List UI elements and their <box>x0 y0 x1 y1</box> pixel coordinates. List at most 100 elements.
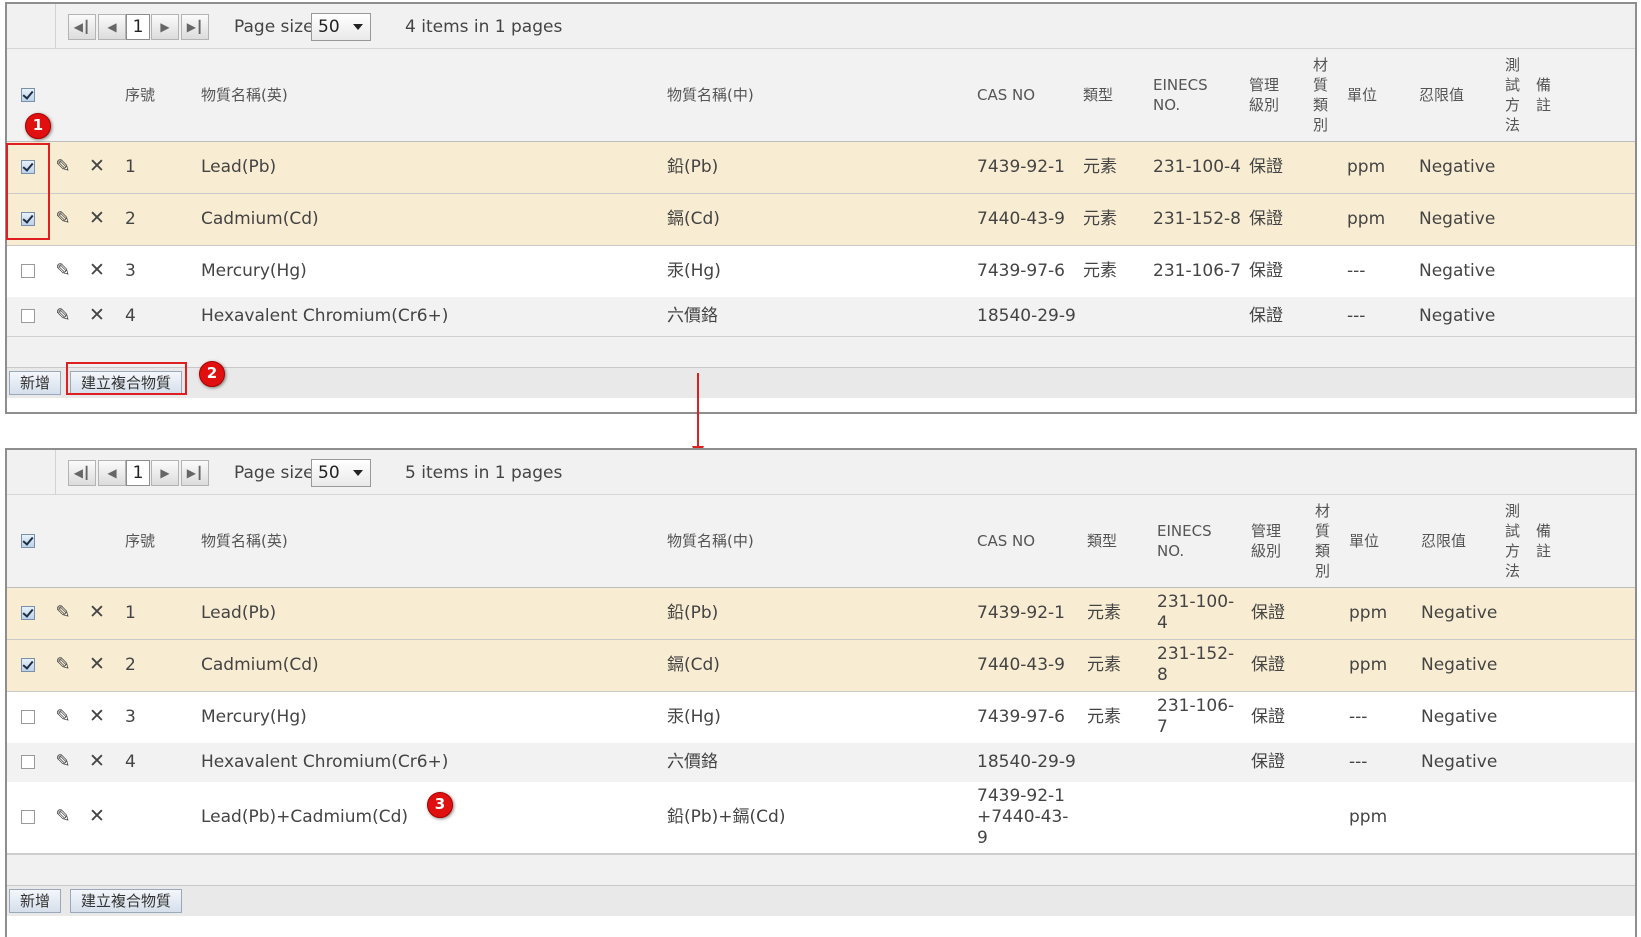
col-test-method[interactable]: 測試方法 <box>1505 49 1536 142</box>
row-checkbox[interactable] <box>21 809 35 824</box>
pager-spacer <box>7 4 56 48</box>
pencil-icon[interactable]: ✎ <box>54 602 72 623</box>
table-row[interactable]: ✎ ✕ 1 Lead(Pb) 鉛(Pb) 7439-92-1 元素 231-10… <box>7 587 1635 640</box>
pencil-icon[interactable]: ✎ <box>54 654 72 675</box>
pencil-icon[interactable]: ✎ <box>54 305 72 326</box>
cell-cas: 7440-43-9 <box>977 193 1083 246</box>
col-type[interactable]: 類型 <box>1087 495 1157 588</box>
col-cas[interactable]: CAS NO <box>977 495 1087 588</box>
table-row[interactable]: ✎ ✕ 1 Lead(Pb) 鉛(Pb) 7439-92-1 元素 231-10… <box>7 141 1635 194</box>
table-row[interactable]: ✎ ✕ 4 Hexavalent Chromium(Cr6+) 六價鉻 1854… <box>7 742 1635 782</box>
cell-name-zh: 鉛(Pb) <box>667 141 977 194</box>
col-type[interactable]: 類型 <box>1083 49 1153 142</box>
col-material[interactable]: 材質類別 <box>1315 495 1349 588</box>
col-unit[interactable]: 單位 <box>1349 495 1421 588</box>
col-name-en[interactable]: 物質名稱(英) <box>201 49 667 142</box>
row-checkbox[interactable] <box>21 709 35 724</box>
pager-info: 5 items in 1 pages <box>405 463 563 483</box>
next-page-icon[interactable]: ▶ <box>151 460 179 486</box>
prev-page-icon[interactable]: ◀ <box>98 14 126 40</box>
cell-threshold: Negative <box>1421 639 1505 692</box>
col-threshold[interactable]: 忍限值 <box>1421 495 1505 588</box>
page-size-select[interactable]: 50 <box>311 13 371 41</box>
page-size-select[interactable]: 50 <box>311 459 371 487</box>
table-row[interactable]: ✎ ✕ 2 Cadmium(Cd) 鎘(Cd) 7440-43-9 元素 231… <box>7 639 1635 692</box>
col-unit[interactable]: 單位 <box>1347 49 1419 142</box>
cell-unit: --- <box>1349 691 1421 743</box>
col-name-zh[interactable]: 物質名稱(中) <box>667 495 977 588</box>
pencil-icon[interactable]: ✎ <box>54 706 72 727</box>
cell-cas: 7439-92-1 <box>977 587 1087 640</box>
step-badge-1: 1 <box>25 113 51 139</box>
col-mgmt[interactable]: 管理 級別 <box>1251 495 1315 588</box>
cell-mgmt: 保證 <box>1249 141 1313 194</box>
col-seq[interactable]: 序號 <box>125 495 201 588</box>
col-einecs[interactable]: EINECS NO. <box>1157 495 1251 588</box>
cell-name-zh: 鉛(Pb)+鎘(Cd) <box>667 781 977 854</box>
cell-name-zh: 汞(Hg) <box>667 245 977 297</box>
cell-unit: ppm <box>1349 781 1421 854</box>
col-threshold[interactable]: 忍限值 <box>1419 49 1505 142</box>
pencil-icon[interactable]: ✎ <box>54 260 72 281</box>
close-icon[interactable]: ✕ <box>88 706 106 727</box>
cell-type: 元素 <box>1083 141 1153 194</box>
close-icon[interactable]: ✕ <box>88 806 106 827</box>
cell-einecs <box>1157 742 1251 782</box>
close-icon[interactable]: ✕ <box>88 260 106 281</box>
col-remark[interactable]: 備註 <box>1536 495 1635 588</box>
page-number-input[interactable]: 1 <box>126 14 150 40</box>
col-seq[interactable]: 序號 <box>125 49 201 142</box>
close-icon[interactable]: ✕ <box>88 156 106 177</box>
add-button[interactable]: 新增 <box>9 370 62 395</box>
table-row[interactable]: ✎ ✕ Lead(Pb)+Cadmium(Cd) 鉛(Pb)+鎘(Cd) 743… <box>7 781 1635 854</box>
select-all-checkbox[interactable] <box>21 534 35 549</box>
col-test-method[interactable]: 測試方法 <box>1505 495 1536 588</box>
col-material[interactable]: 材質類別 <box>1313 49 1347 142</box>
row-checkbox[interactable] <box>21 308 35 323</box>
substance-table: 序號 物質名稱(英) 物質名稱(中) CAS NO 類型 EINECS NO. 管… <box>7 49 1635 336</box>
cell-type <box>1083 296 1153 336</box>
prev-page-icon[interactable]: ◀ <box>98 460 126 486</box>
last-page-icon[interactable]: ▶┃ <box>181 14 209 40</box>
cell-name-en: Mercury(Hg) <box>201 691 667 743</box>
add-button[interactable]: 新增 <box>9 888 62 913</box>
last-page-icon[interactable]: ▶┃ <box>181 460 209 486</box>
col-mgmt[interactable]: 管理 級別 <box>1249 49 1313 142</box>
col-remark[interactable]: 備註 <box>1536 49 1635 142</box>
close-icon[interactable]: ✕ <box>88 208 106 229</box>
pencil-icon[interactable]: ✎ <box>54 156 72 177</box>
create-compound-button[interactable]: 建立複合物質 <box>70 888 183 913</box>
cell-einecs <box>1157 781 1251 854</box>
cell-threshold: Negative <box>1419 296 1505 336</box>
row-checkbox[interactable] <box>21 605 35 620</box>
col-einecs[interactable]: EINECS NO. <box>1153 49 1249 142</box>
pencil-icon[interactable]: ✎ <box>54 208 72 229</box>
next-page-icon[interactable]: ▶ <box>151 14 179 40</box>
cell-threshold: Negative <box>1419 141 1505 194</box>
select-all-checkbox[interactable] <box>21 88 35 103</box>
close-icon[interactable]: ✕ <box>88 602 106 623</box>
table-row[interactable]: ✎ ✕ 3 Mercury(Hg) 汞(Hg) 7439-97-6 元素 231… <box>7 245 1635 297</box>
cell-cas: 18540-29-9 <box>977 742 1087 782</box>
table-row[interactable]: ✎ ✕ 4 Hexavalent Chromium(Cr6+) 六價鉻 1854… <box>7 296 1635 336</box>
page-number-input[interactable]: 1 <box>126 460 150 486</box>
pencil-icon[interactable]: ✎ <box>54 751 72 772</box>
cell-cas: 7439-92-1 <box>977 141 1083 194</box>
close-icon[interactable]: ✕ <box>88 751 106 772</box>
close-icon[interactable]: ✕ <box>88 654 106 675</box>
row-checkbox[interactable] <box>21 263 35 278</box>
close-icon[interactable]: ✕ <box>88 305 106 326</box>
flow-arrow <box>697 373 699 453</box>
col-cas[interactable]: CAS NO <box>977 49 1083 142</box>
col-name-en[interactable]: 物質名稱(英) <box>201 495 667 588</box>
pencil-icon[interactable]: ✎ <box>54 806 72 827</box>
cell-mgmt: 保證 <box>1251 691 1315 743</box>
table-row[interactable]: ✎ ✕ 2 Cadmium(Cd) 鎘(Cd) 7440-43-9 元素 231… <box>7 193 1635 246</box>
first-page-icon[interactable]: ◀┃ <box>68 14 96 40</box>
first-page-icon[interactable]: ◀┃ <box>68 460 96 486</box>
substance-grid-before: ◀┃ ◀ 1 ▶ ▶┃ Page size: 50 4 items in 1 p… <box>5 2 1637 414</box>
col-name-zh[interactable]: 物質名稱(中) <box>667 49 977 142</box>
row-checkbox[interactable] <box>21 657 35 672</box>
table-row[interactable]: ✎ ✕ 3 Mercury(Hg) 汞(Hg) 7439-97-6 元素 231… <box>7 691 1635 743</box>
row-checkbox[interactable] <box>21 754 35 769</box>
